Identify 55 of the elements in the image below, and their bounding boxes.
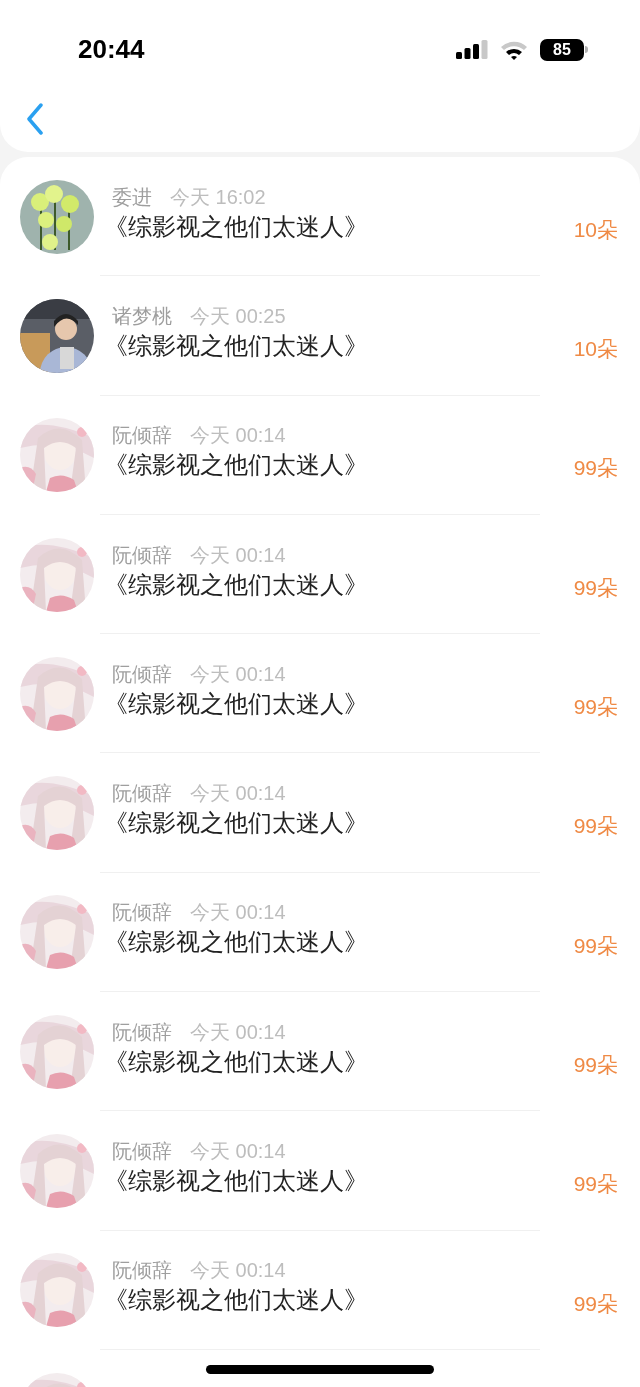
timestamp: 今天 00:14 [190,1258,286,1284]
timestamp: 今天 00:14 [190,1019,286,1045]
clock: 20:44 [78,33,145,66]
signal-icon [456,39,488,60]
flower-count: 99朵 [573,1171,618,1198]
list-item[interactable]: 阮倾辞 今天 00:14 《综影视之他们太迷人》 99朵 [20,395,618,515]
list-item[interactable]: 阮倾辞 今天 00:14 《综影视之他们太迷人》 99朵 [20,1111,618,1231]
timestamp: 今天 00:14 [190,900,286,926]
timestamp: 今天 00:14 [190,423,286,449]
timestamp: 今天 00:14 [190,661,286,687]
book-title: 《综影视之他们太迷人》 [104,1285,369,1316]
list-item[interactable]: 阮倾辞 今天 00:14 《综影视之他们太迷人》 99朵 [20,992,618,1112]
timestamp: 今天 00:14 [190,781,286,807]
list-item[interactable]: 阮倾辞 今天 00:14 《综影视之他们太迷人》 99朵 [20,872,618,993]
user-name: 诸梦桃 [112,303,172,329]
book-title: 《综影视之他们太迷人》 [104,569,369,600]
timestamp: 今天 00:14 [190,1139,286,1164]
book-title: 《综影视之他们太迷人》 [104,808,369,839]
timestamp: 今天 00:14 [190,542,286,568]
book-title: 《综影视之他们太迷人》 [104,1166,369,1196]
back-icon [26,103,44,135]
user-name: 阮倾辞 [112,1139,172,1164]
flower-count: 99朵 [573,694,618,721]
user-name: 阮倾辞 [112,1019,172,1045]
flower-count: 99朵 [573,1051,618,1078]
list-item[interactable]: 委进 今天 16:02 《综影视之他们太迷人》 10朵 [20,157,618,277]
list-item[interactable]: 阮倾辞 今天 00:14 《综影视之他们太迷人》 99朵 [20,514,618,635]
flower-count: 99朵 [573,813,618,840]
user-name: 阮倾辞 [112,661,172,687]
book-title: 《综影视之他们太迷人》 [104,1046,369,1077]
battery-level: 85 [553,41,571,58]
flower-count: 99朵 [573,574,618,601]
timestamp: 今天 16:02 [170,184,266,210]
book-title: 《综影视之他们太迷人》 [104,450,369,481]
user-name: 阮倾辞 [112,1258,172,1284]
user-name: 阮倾辞 [112,423,172,449]
user-name: 阮倾辞 [112,781,172,807]
list-item[interactable]: 阮倾辞 今天 00:14 《综影视之他们太迷人》 99朵 [20,753,618,873]
book-title: 《综影视之他们太迷人》 [104,211,369,242]
wifi-icon [500,39,528,60]
book-title: 《综影视之他们太迷人》 [104,330,369,361]
user-name: 阮倾辞 [112,542,172,568]
list-item[interactable]: 阮倾辞 今天 00:14 《综影视之他们太迷人》 99朵 [20,1230,618,1350]
flower-count: 10朵 [573,216,618,243]
flower-count: 10朵 [573,336,618,363]
book-title: 《综影视之他们太迷人》 [104,927,369,958]
list-item[interactable]: 阮倾辞 今天 00:14 《综影视之他们太迷人》 99朵 [20,634,618,754]
flower-count: 99朵 [573,932,618,959]
user-name: 阮倾辞 [112,900,172,926]
book-title: 《综影视之他们太迷人》 [104,688,369,719]
list-item[interactable]: 诸梦桃 今天 00:25 《综影视之他们太迷人》 10朵 [20,276,618,396]
timestamp: 今天 00:25 [190,303,286,329]
user-name: 委进 [112,184,152,210]
flower-count: 99朵 [573,455,618,482]
flower-count: 99朵 [573,1290,618,1317]
